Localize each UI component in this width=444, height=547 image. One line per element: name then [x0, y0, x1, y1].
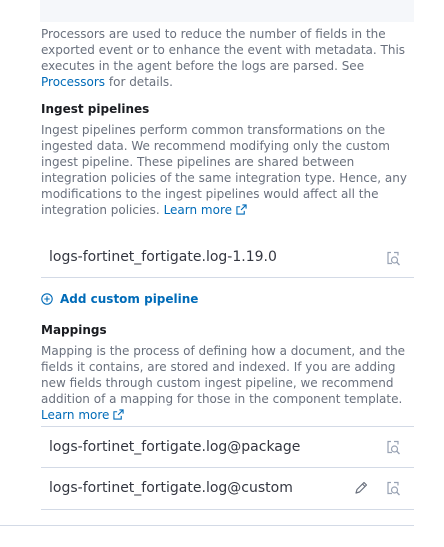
mappings-description: Mapping is the process of defining how a…	[41, 343, 416, 423]
mapping-name-package: logs-fortinet_fortigate.log@package	[49, 439, 301, 455]
popout-icon	[236, 204, 247, 215]
mapping-row-custom: logs-fortinet_fortigate.log@custom	[41, 468, 414, 510]
mapping-name-custom: logs-fortinet_fortigate.log@custom	[49, 480, 293, 496]
inspect-icon[interactable]	[385, 250, 401, 266]
processors-text: Processors are used to reduce the number…	[41, 27, 406, 73]
mappings-title: Mappings	[41, 323, 107, 337]
ingest-pipeline-row: logs-fortinet_fortigate.log-1.19.0	[41, 236, 414, 278]
popout-icon	[113, 409, 125, 420]
ingest-pipelines-description: Ingest pipelines perform common transfor…	[41, 122, 416, 218]
plus-in-circle-icon	[41, 293, 53, 305]
section-divider	[0, 525, 414, 526]
mappings-learn-more-label: Learn more	[41, 408, 110, 422]
processors-description: Processors are used to reduce the number…	[41, 26, 416, 90]
ingest-pipeline-name: logs-fortinet_fortigate.log-1.19.0	[49, 249, 277, 265]
previous-panel-background	[40, 0, 414, 22]
processors-link[interactable]: Processors	[41, 75, 105, 89]
ingest-learn-more-link[interactable]: Learn more	[164, 203, 247, 217]
mappings-text: Mapping is the process of defining how a…	[41, 344, 406, 406]
inspect-icon[interactable]	[385, 439, 401, 455]
add-custom-pipeline-button[interactable]: Add custom pipeline	[41, 291, 198, 307]
add-custom-pipeline-label: Add custom pipeline	[60, 292, 199, 306]
processors-suffix: for details.	[105, 75, 173, 89]
ingest-pipelines-title: Ingest pipelines	[41, 102, 150, 116]
mappings-learn-more-link[interactable]: Learn more	[41, 408, 125, 422]
pencil-icon[interactable]	[353, 480, 369, 496]
inspect-icon[interactable]	[385, 480, 401, 496]
ingest-learn-more-label: Learn more	[163, 203, 232, 217]
mapping-row-package: logs-fortinet_fortigate.log@package	[41, 426, 414, 468]
